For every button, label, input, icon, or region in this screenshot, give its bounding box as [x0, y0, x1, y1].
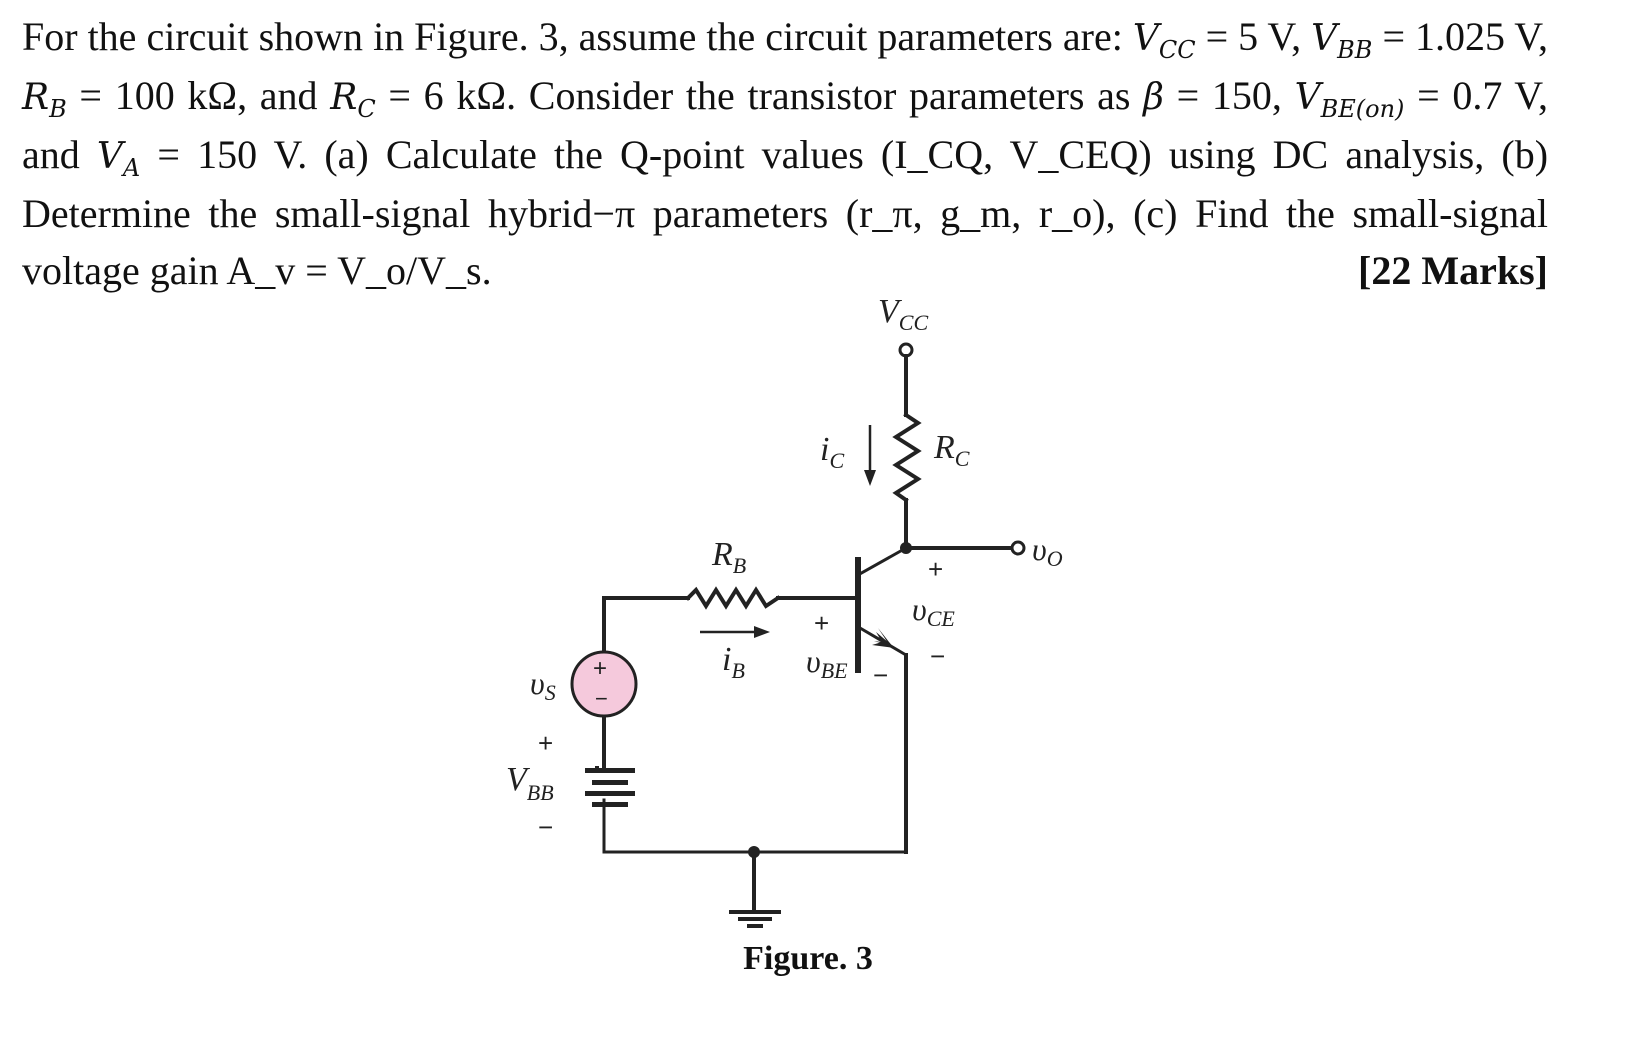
vo-terminal — [1010, 540, 1026, 556]
label-ib: iB — [722, 641, 745, 683]
vbb-battery — [585, 768, 635, 807]
ground-icon — [729, 910, 781, 928]
label-vbb: VBB — [506, 761, 554, 805]
ib-arrow-icon — [754, 626, 770, 638]
label-vce-plus: + — [928, 554, 943, 584]
ic-arrow-icon — [864, 470, 876, 486]
label-vbb-plus: + — [538, 728, 553, 758]
circuit-diagram: VCC RC iC RB iB υO + υCE − + υBE − + − υ… — [506, 293, 1063, 928]
rb-resistor — [685, 586, 781, 610]
collector-lead — [855, 545, 909, 578]
label-vbb-minus: − — [538, 812, 553, 842]
label-vce-minus: − — [930, 641, 945, 671]
source-plus-icon: + — [593, 655, 607, 682]
label-vce: υCE — [912, 591, 955, 631]
rc-resistor — [892, 412, 922, 503]
label-rc: RC — [933, 429, 970, 471]
label-rb: RB — [711, 536, 746, 578]
label-vbe-minus: − — [873, 660, 888, 690]
ground-junction-dot — [748, 846, 760, 858]
label-vo: υO — [1032, 531, 1063, 571]
label-ic: iC — [820, 431, 844, 473]
label-vcc: VCC — [878, 293, 928, 335]
label-vs: υS — [530, 665, 556, 705]
source-minus-icon: − — [595, 686, 608, 711]
label-vbe: υBE — [806, 643, 848, 683]
collector-junction-dot — [900, 542, 912, 554]
figure-caption: Figure. 3 — [743, 940, 873, 977]
label-vbe-plus: + — [814, 608, 829, 638]
